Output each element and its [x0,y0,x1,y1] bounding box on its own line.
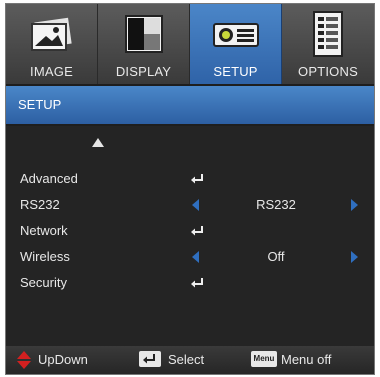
menu-item-advanced[interactable]: Advanced [6,166,374,192]
enter-icon [191,226,203,236]
menu-item-label: RS232 [20,197,60,212]
menu-item-wireless[interactable]: Wireless Off [6,244,374,270]
menu-item-label: Network [20,223,68,238]
menu-item-rs232[interactable]: RS232 RS232 [6,192,374,218]
display-icon [124,15,163,53]
updown-icon [17,351,31,369]
hint-updown: UpDown [38,352,88,367]
tab-options[interactable]: OPTIONS [282,4,374,84]
tab-display-label: DISPLAY [115,64,172,79]
menu-item-value: RS232 [256,197,296,212]
tab-setup[interactable]: SETUP [190,4,282,84]
hint-menu-off: Menu off [281,352,332,367]
menu-item-value: Off [267,249,285,264]
tab-display[interactable]: DISPLAY [98,4,190,84]
menu-item-label: Wireless [20,249,70,264]
menu-title: SETUP [18,97,62,112]
arrow-left-icon[interactable] [192,251,199,263]
osd-menu: IMAGE DISPLAY SETUP OPTIONS SETUP Advanc… [5,3,375,375]
menu-item-label: Security [20,275,67,290]
arrow-right-icon[interactable] [351,199,358,211]
menu-title-bar: SETUP [6,86,374,124]
options-list-icon [313,11,343,57]
enter-icon [191,278,203,288]
enter-icon [191,174,203,184]
scroll-up-arrow-icon[interactable] [92,138,104,147]
image-icon [30,17,72,51]
tab-bar: IMAGE DISPLAY SETUP OPTIONS [6,4,374,84]
menu-content: Advanced RS232 RS232 Network Wireless Of… [6,126,374,346]
tab-setup-label: SETUP [213,64,258,79]
arrow-right-icon[interactable] [351,251,358,263]
tab-image-label: IMAGE [30,64,73,79]
hint-select: Select [168,352,205,367]
projector-icon [212,23,259,47]
tab-options-label: OPTIONS [298,64,358,79]
menu-key-icon: Menu [251,351,277,367]
menu-item-network[interactable]: Network [6,218,374,244]
tab-image[interactable]: IMAGE [6,4,98,84]
menu-item-security[interactable]: Security [6,270,374,296]
enter-key-icon [139,351,161,367]
hint-bar: UpDown Select Menu Menu off [6,346,374,374]
menu-item-label: Advanced [20,171,78,186]
arrow-left-icon[interactable] [192,199,199,211]
